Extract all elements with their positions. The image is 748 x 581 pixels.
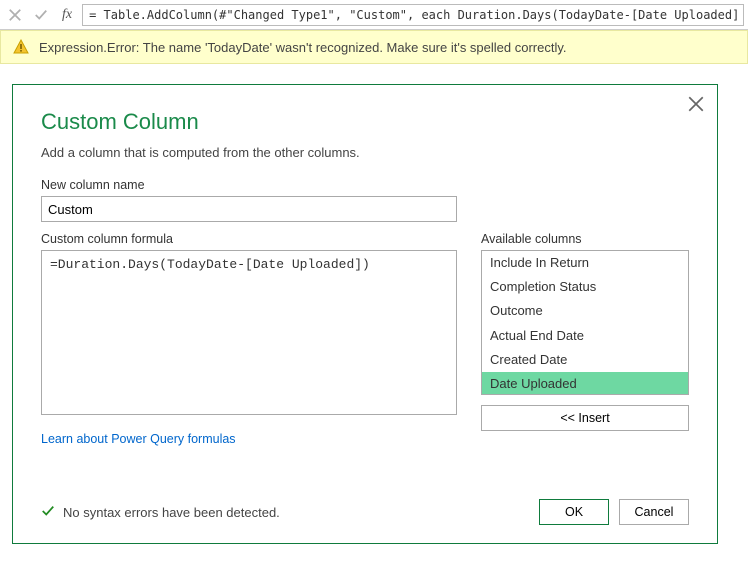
insert-button[interactable]: << Insert — [481, 405, 689, 431]
syntax-status: No syntax errors have been detected. — [41, 504, 280, 521]
formula-bar-input[interactable] — [82, 4, 744, 26]
new-column-name-label: New column name — [41, 178, 689, 192]
list-item[interactable]: Created Date — [482, 348, 688, 372]
status-text: No syntax errors have been detected. — [63, 505, 280, 520]
formula-bar: fx — [0, 0, 748, 30]
available-columns-label: Available columns — [481, 232, 689, 246]
formula-input[interactable] — [41, 250, 457, 415]
list-item[interactable]: Date Uploaded — [482, 372, 688, 395]
dialog-title: Custom Column — [41, 109, 689, 135]
fx-label: fx — [56, 7, 78, 23]
error-banner: Expression.Error: The name 'TodayDate' w… — [0, 30, 748, 64]
error-text: Expression.Error: The name 'TodayDate' w… — [39, 40, 567, 55]
list-item[interactable]: Include In Return — [482, 251, 688, 275]
available-columns-list[interactable]: Include In ReturnCompletion StatusOutcom… — [481, 250, 689, 395]
new-column-name-input[interactable] — [41, 196, 457, 222]
close-icon[interactable] — [687, 95, 705, 113]
learn-more-link[interactable]: Learn about Power Query formulas — [41, 432, 236, 446]
ok-button[interactable]: OK — [539, 499, 609, 525]
warning-icon — [13, 39, 29, 55]
cancel-button[interactable]: Cancel — [619, 499, 689, 525]
cancel-formula-icon[interactable] — [4, 4, 26, 26]
list-item[interactable]: Outcome — [482, 299, 688, 323]
list-item[interactable]: Actual End Date — [482, 324, 688, 348]
dialog-subtitle: Add a column that is computed from the o… — [41, 145, 689, 160]
list-item[interactable]: Completion Status — [482, 275, 688, 299]
custom-column-dialog: Custom Column Add a column that is compu… — [12, 84, 718, 544]
accept-formula-icon[interactable] — [30, 4, 52, 26]
formula-label: Custom column formula — [41, 232, 457, 246]
check-icon — [41, 504, 55, 521]
